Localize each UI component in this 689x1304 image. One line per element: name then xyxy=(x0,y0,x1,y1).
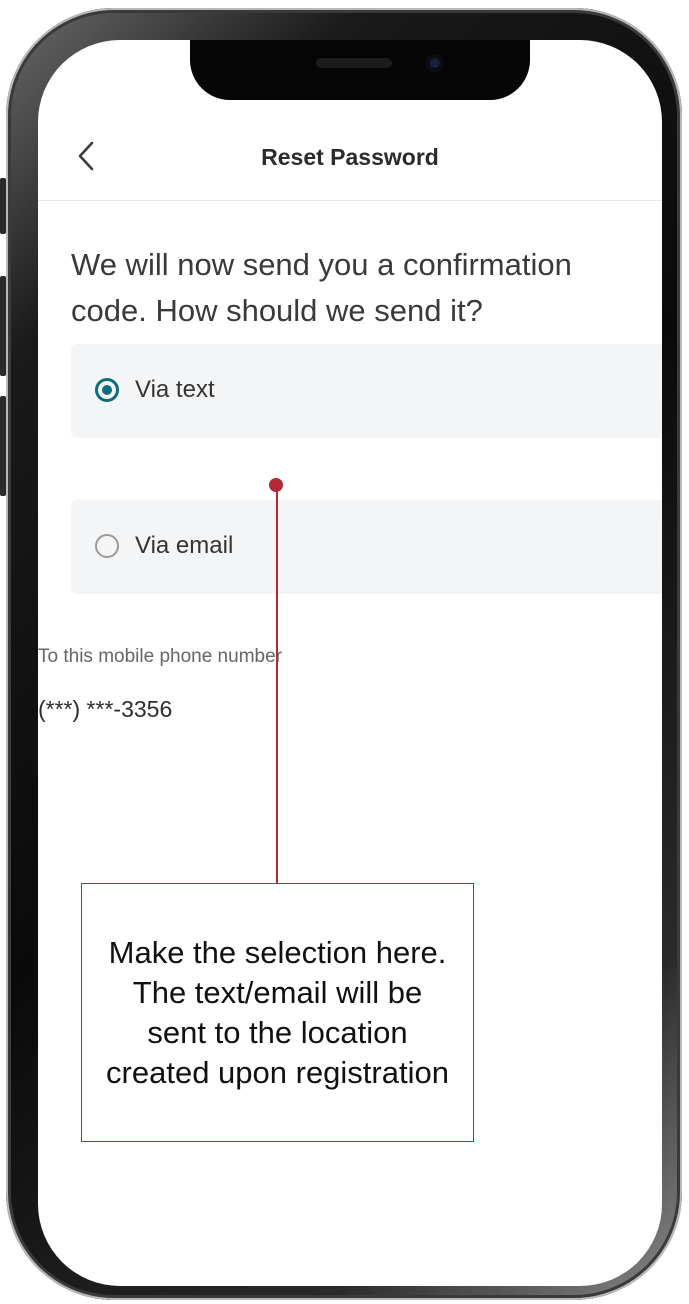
radio-unchecked-icon[interactable] xyxy=(95,534,119,558)
masked-phone-number: (***) ***-3356 xyxy=(38,696,173,722)
page-title: Reset Password xyxy=(261,144,439,170)
front-camera xyxy=(426,54,444,72)
nav-bar: Reset Password xyxy=(38,122,662,201)
option-via-email[interactable]: Via email xyxy=(71,500,662,594)
speaker-grille xyxy=(316,58,392,68)
radio-checked-icon[interactable] xyxy=(95,378,119,402)
notch xyxy=(190,40,530,100)
annotation-connector-line xyxy=(276,484,278,884)
annotation-callout: Make the selection here. The text/email … xyxy=(81,883,474,1142)
volume-up-button xyxy=(0,276,6,376)
option-via-text[interactable]: Via text xyxy=(71,344,662,438)
prompt-heading: We will now send you a confirmation code… xyxy=(71,247,572,328)
option-label: Via email xyxy=(135,532,234,559)
volume-down-button xyxy=(0,396,6,496)
option-label: Via text xyxy=(135,376,215,403)
annotation-pointer-dot xyxy=(269,478,283,492)
annotation-text: Make the selection here. The text/email … xyxy=(106,934,449,1090)
destination-label: To this mobile phone number xyxy=(38,646,282,667)
mute-switch xyxy=(0,178,6,234)
